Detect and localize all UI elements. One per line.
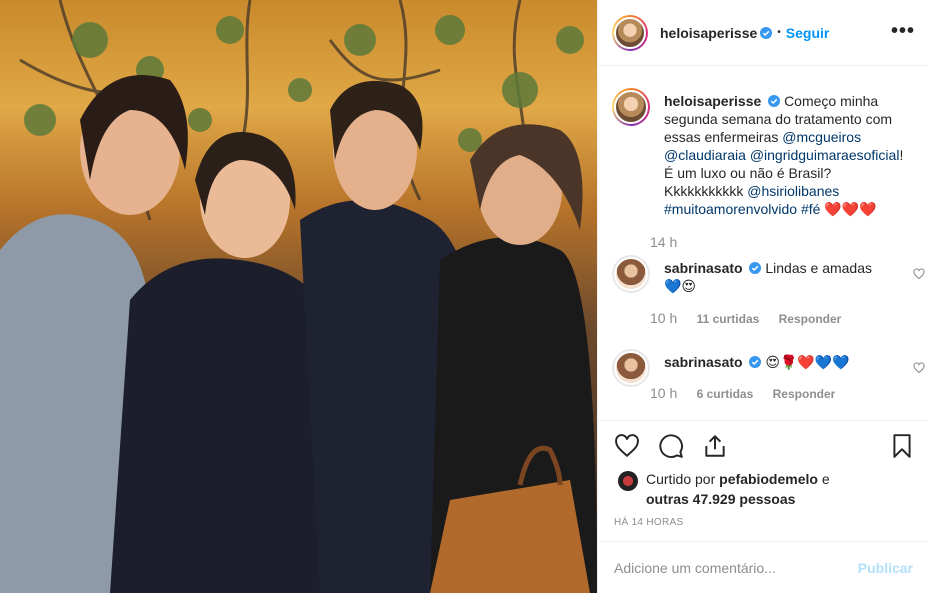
caption-avatar[interactable] bbox=[612, 88, 650, 126]
reply-button[interactable]: Responder bbox=[773, 387, 836, 401]
publish-button[interactable]: Publicar bbox=[858, 560, 913, 576]
liker-username[interactable]: pefabiodemelo bbox=[719, 471, 818, 487]
caption-text: heloisaperisse Começo minha segunda sema… bbox=[664, 92, 914, 218]
comment-emojis: 😍🌹❤️💙💙 bbox=[765, 354, 850, 370]
mention-link[interactable]: @claudiaraia bbox=[664, 147, 746, 163]
likes-summary: Curtido por pefabiodemelo e outras 47.92… bbox=[618, 469, 830, 509]
comment-text: sabrinasato Lindas e amadas 💙😍 bbox=[664, 259, 914, 295]
photo-illustration bbox=[0, 0, 597, 593]
comment-text: sabrinasato 😍🌹❤️💙💙 bbox=[664, 353, 914, 371]
reply-button[interactable]: Responder bbox=[779, 312, 842, 326]
author-avatar[interactable] bbox=[612, 14, 648, 51]
comment-input[interactable]: Adicione um comentário... bbox=[614, 560, 858, 576]
caption-emojis: ❤️❤️❤️ bbox=[824, 201, 877, 217]
caption-time[interactable]: 14 h bbox=[650, 234, 677, 250]
commenter-username[interactable]: sabrinasato bbox=[664, 260, 743, 276]
mention-link[interactable]: @hsiriolibanes bbox=[747, 183, 839, 199]
caption-username[interactable]: heloisaperisse bbox=[664, 93, 761, 109]
commenter-username[interactable]: sabrinasato bbox=[664, 354, 743, 370]
caption-meta: 14 h bbox=[650, 234, 693, 250]
separator-dot: • bbox=[777, 27, 781, 38]
likes-others[interactable]: outras 47.929 pessoas bbox=[646, 491, 795, 507]
follow-button[interactable]: Seguir bbox=[786, 25, 830, 41]
post-header: heloisaperisse • Seguir ••• bbox=[598, 0, 928, 66]
share-icon[interactable] bbox=[702, 433, 728, 459]
add-comment-bar: Adicione um comentário... Publicar bbox=[598, 541, 928, 593]
author-username[interactable]: heloisaperisse bbox=[660, 25, 757, 41]
comment-body: Lindas e amadas bbox=[765, 260, 873, 276]
likes-connector: e bbox=[821, 471, 830, 487]
post-photo[interactable] bbox=[0, 0, 597, 593]
heart-icon[interactable] bbox=[614, 433, 640, 459]
verified-badge-icon bbox=[749, 262, 762, 274]
comments-list: heloisaperisse Começo minha segunda sema… bbox=[598, 67, 928, 419]
comment-likes[interactable]: 11 curtidas bbox=[697, 312, 760, 326]
comment-likes[interactable]: 6 curtidas bbox=[697, 387, 754, 401]
comment-time[interactable]: 10 h bbox=[650, 385, 677, 401]
post-actions: Curtido por pefabiodemelo e outras 47.92… bbox=[598, 420, 928, 540]
liker-avatar[interactable] bbox=[618, 471, 638, 491]
commenter-avatar[interactable] bbox=[612, 349, 650, 387]
like-comment-heart-icon[interactable] bbox=[913, 268, 925, 280]
like-comment-heart-icon[interactable] bbox=[913, 362, 925, 374]
verified-badge-icon bbox=[749, 356, 762, 368]
mention-link[interactable]: @ingridguimaraesoficial bbox=[750, 147, 900, 163]
comment-emojis: 💙😍 bbox=[664, 278, 697, 294]
post-sidebar: heloisaperisse • Seguir ••• heloisaperis… bbox=[597, 0, 928, 593]
more-options-icon[interactable]: ••• bbox=[891, 21, 915, 41]
mention-link[interactable]: @mcgueiros bbox=[782, 129, 861, 145]
hashtag-link[interactable]: #fé bbox=[801, 201, 820, 217]
commenter-avatar[interactable] bbox=[612, 255, 650, 293]
likes-prefix: Curtido por bbox=[646, 471, 716, 487]
comment-icon[interactable] bbox=[658, 433, 684, 459]
verified-badge-icon bbox=[768, 95, 781, 107]
comment-time[interactable]: 10 h bbox=[650, 310, 677, 326]
post-timestamp[interactable]: HÁ 14 HORAS bbox=[614, 517, 683, 528]
verified-badge-icon bbox=[760, 26, 773, 39]
bookmark-icon[interactable] bbox=[889, 433, 915, 459]
comment-meta: 10 h 6 curtidas Responder bbox=[650, 385, 851, 401]
comment-meta: 10 h 11 curtidas Responder bbox=[650, 310, 857, 326]
hashtag-link[interactable]: #muitoamorenvolvido bbox=[664, 201, 797, 217]
